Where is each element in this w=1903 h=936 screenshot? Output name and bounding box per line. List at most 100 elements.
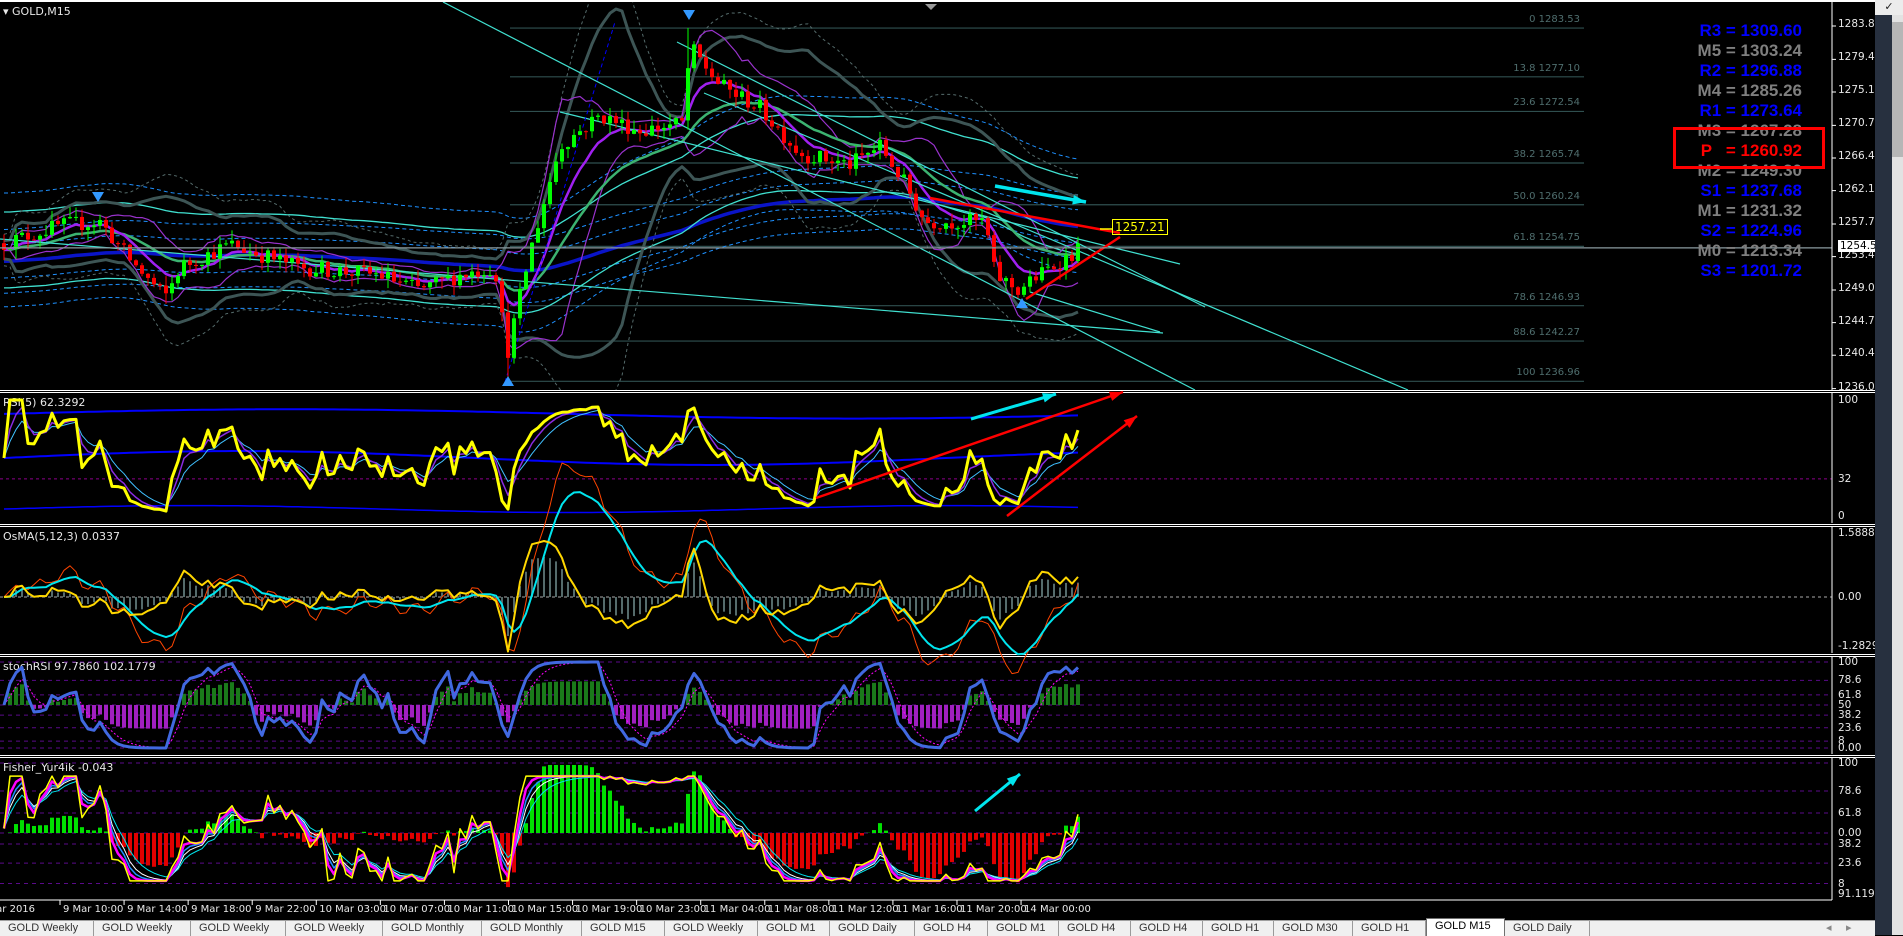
chart-tab[interactable]: GOLD M15: [1426, 918, 1505, 936]
candle-body: [104, 219, 108, 228]
fibonacci-level-label: 0 1283.53: [1529, 14, 1580, 26]
indicator-axis-label: 100: [1838, 757, 1859, 769]
candle-body: [560, 149, 564, 162]
candle-body: [1010, 277, 1014, 288]
chart-tab[interactable]: GOLD H4: [1131, 921, 1203, 936]
price-chart-canvas[interactable]: [0, 2, 1875, 392]
candle-body: [830, 161, 834, 164]
fisher-panel[interactable]: Fisher_Yur4ik -0.043: [0, 755, 1875, 900]
pivot-level-label: M0 = 1213.34: [1697, 241, 1802, 260]
time-axis-label: 10 Mar 19:00: [575, 904, 643, 915]
chart-tab[interactable]: GOLD Weekly: [286, 921, 383, 936]
candle-body: [356, 265, 360, 276]
time-axis-label: 10 Mar 11:00: [447, 904, 515, 915]
candle-body: [1040, 267, 1044, 281]
chart-tab[interactable]: GOLD M1: [988, 921, 1059, 936]
scrollbar-thumb[interactable]: [1892, 22, 1903, 157]
pivot-level-label: R3 = 1309.60: [1699, 21, 1802, 40]
chart-tab[interactable]: GOLD Daily: [830, 921, 915, 936]
trend-line: [676, 41, 1206, 308]
candle-body: [506, 312, 510, 358]
time-axis-label: 10 Mar 15:00: [511, 904, 579, 915]
candle-body: [362, 265, 366, 268]
candle-body: [668, 124, 672, 128]
candle-body: [1016, 287, 1020, 295]
fibonacci-level-label: 38.2 1265.74: [1513, 149, 1580, 160]
candle-body: [548, 181, 552, 204]
candle-body: [590, 116, 594, 132]
candle-body: [14, 234, 18, 250]
candle-body: [674, 118, 678, 125]
candle-body: [980, 218, 984, 220]
candle-body: [242, 248, 246, 253]
candle-body: [302, 263, 306, 269]
vertical-scrollbar[interactable]: [1892, 15, 1903, 935]
chart-tab[interactable]: GOLD Monthly: [482, 921, 582, 936]
tab-scroll-right-button[interactable]: ▸: [1846, 921, 1852, 934]
tab-scroll-left-button[interactable]: ◂: [1826, 921, 1832, 934]
candle-body: [518, 288, 522, 319]
candle-body: [992, 235, 996, 262]
stochrsi-panel[interactable]: stochRSI 97.7860 102.1779: [0, 654, 1875, 755]
chart-tab[interactable]: GOLD Daily: [1505, 921, 1590, 936]
rsi-panel[interactable]: RSI(5) 62.3292: [0, 390, 1875, 524]
chart-tab[interactable]: GOLD Weekly: [0, 921, 94, 936]
candle-body: [2, 243, 6, 250]
pivot-level-label: M5 = 1303.24: [1697, 41, 1802, 60]
pivot-level-label: M1 = 1231.32: [1697, 201, 1802, 220]
candle-body: [134, 260, 138, 266]
candle-body: [158, 284, 162, 286]
fibonacci-level-label: 88.6 1242.27: [1513, 327, 1580, 339]
candle-body: [92, 225, 96, 228]
candle-body: [452, 275, 456, 286]
candle-body: [80, 216, 84, 231]
candle-body: [752, 107, 756, 109]
fibonacci-level-label: 61.8 1254.75: [1513, 232, 1580, 244]
candle-body: [182, 260, 186, 277]
candle-body: [314, 272, 318, 277]
chart-tab[interactable]: GOLD H1: [1203, 921, 1274, 936]
chart-tab[interactable]: GOLD H4: [1059, 921, 1131, 936]
collapse-triangle-icon[interactable]: ▾: [3, 5, 12, 18]
candle-body: [218, 244, 222, 259]
candle-body: [122, 243, 126, 245]
checkmark-icon[interactable]: ✓: [1875, 0, 1903, 15]
pivot-highlight-box: [1673, 127, 1825, 169]
rsi-title: RSI(5) 62.3292: [3, 396, 86, 409]
right-side-strip: [1875, 0, 1892, 935]
candle-body: [1034, 276, 1038, 281]
price-alert-tag[interactable]: 1257.21: [1112, 219, 1168, 235]
candle-body: [296, 257, 300, 264]
chart-tab[interactable]: GOLD M1: [758, 921, 830, 936]
candle-body: [8, 249, 12, 251]
candle-body: [920, 210, 924, 218]
main-chart-panel[interactable]: ▾ GOLD,M15: [0, 0, 1875, 392]
candle-body: [1046, 266, 1050, 268]
candle-body: [74, 216, 78, 218]
chart-tab[interactable]: GOLD Monthly: [383, 921, 482, 936]
chart-tab[interactable]: GOLD H1: [1353, 921, 1426, 936]
candle-body: [224, 243, 228, 245]
chart-tab[interactable]: GOLD H4: [915, 921, 988, 936]
candle-body: [470, 271, 474, 278]
trend-line: [703, 92, 1409, 391]
chart-tab[interactable]: GOLD M15: [582, 921, 665, 936]
chart-tab[interactable]: GOLD M30: [1274, 921, 1353, 936]
chart-tab[interactable]: GOLD Weekly: [665, 921, 758, 936]
candle-body: [212, 252, 216, 259]
osma-panel[interactable]: OsMA(5,12,3) 0.0337: [0, 524, 1875, 654]
candle-body: [428, 282, 432, 288]
candle-body: [110, 227, 114, 244]
candle-body: [374, 273, 378, 275]
candle-body: [44, 234, 48, 236]
candle-body: [620, 119, 624, 124]
candle-body: [56, 220, 60, 224]
candle-body: [284, 255, 288, 263]
chart-tab[interactable]: GOLD Weekly: [94, 921, 191, 936]
indicator-axis-label: 23.6: [1838, 721, 1862, 734]
chart-tab[interactable]: GOLD Weekly: [191, 921, 286, 936]
candle-body: [764, 99, 768, 121]
candle-body: [476, 271, 480, 277]
candle-body: [482, 275, 486, 277]
pivot-level-label: R2 = 1296.88: [1699, 61, 1802, 80]
